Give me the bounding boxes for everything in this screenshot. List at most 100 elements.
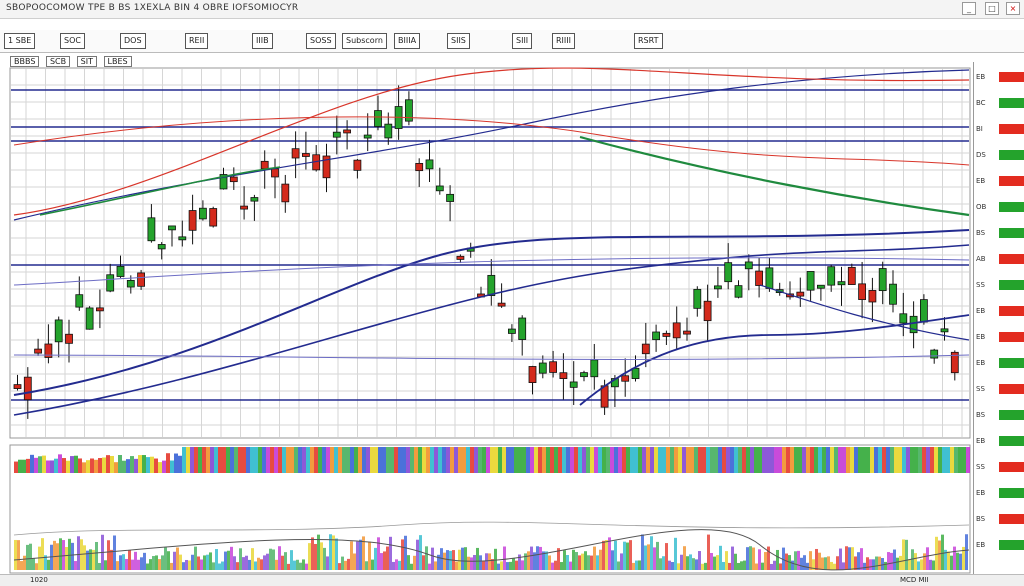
volume-band-bar bbox=[798, 447, 802, 473]
volume-band-bar bbox=[478, 447, 482, 473]
indicator-bar bbox=[287, 563, 290, 570]
watchlist-color-chip bbox=[999, 202, 1024, 212]
indicator-bar bbox=[887, 552, 890, 570]
watchlist-row[interactable]: SS bbox=[974, 462, 1024, 472]
watchlist-row[interactable]: EB bbox=[974, 488, 1024, 498]
volume-band-bar bbox=[722, 447, 726, 473]
volume-band-bar bbox=[150, 456, 154, 473]
indicator-bar bbox=[494, 548, 497, 570]
indicator-bar bbox=[620, 553, 623, 570]
candle-body bbox=[281, 183, 290, 203]
candle-body bbox=[899, 313, 908, 324]
toolbar-button-6[interactable]: BIIIA bbox=[394, 33, 421, 49]
watchlist-row[interactable]: EB bbox=[974, 72, 1024, 82]
watchlist-label: SS bbox=[976, 281, 985, 289]
indicator-bar bbox=[482, 560, 485, 570]
toolbar-button-7[interactable]: SIIS bbox=[447, 33, 470, 49]
indicator-bar bbox=[749, 546, 752, 570]
volume-band-bar bbox=[214, 447, 218, 473]
indicator-bar bbox=[65, 547, 68, 570]
indicator-bar bbox=[440, 548, 443, 570]
indicator-bar bbox=[266, 553, 269, 570]
indicator-bar bbox=[392, 561, 395, 570]
indicator-bar bbox=[578, 555, 581, 570]
indicator-bar bbox=[845, 546, 848, 570]
watchlist-row[interactable]: EB bbox=[974, 540, 1024, 550]
indicator-bar bbox=[431, 547, 434, 570]
candle-body bbox=[250, 197, 259, 202]
volume-band-bar bbox=[770, 447, 774, 473]
watchlist-row[interactable]: BC bbox=[974, 98, 1024, 108]
volume-band-bar bbox=[266, 447, 270, 473]
toolbar-button-5[interactable]: IIIB bbox=[252, 33, 273, 49]
watchlist-row[interactable]: DS bbox=[974, 150, 1024, 160]
indicator-bar bbox=[314, 543, 317, 570]
indicator-bar bbox=[866, 557, 869, 570]
volume-band-bar bbox=[642, 447, 646, 473]
indicator-bar bbox=[224, 551, 227, 570]
minimize-button[interactable]: _ bbox=[962, 2, 976, 15]
volume-band-bar bbox=[26, 458, 30, 473]
toolbar-text-riiii[interactable]: RIIII bbox=[552, 33, 575, 49]
watchlist-row[interactable]: BS bbox=[974, 514, 1024, 524]
watchlist-panel[interactable]: EB BC BI DS EB OB BS AB SS EB EB EB SS BS EB SS EB BS EB bbox=[973, 62, 1024, 577]
maximize-button[interactable]: □ bbox=[985, 2, 999, 15]
volume-band-bar bbox=[522, 447, 526, 473]
candle-body bbox=[528, 366, 537, 384]
watchlist-label: BC bbox=[976, 99, 986, 107]
candle-body bbox=[75, 294, 84, 308]
volume-band-bar bbox=[446, 447, 450, 473]
indicator-bar bbox=[149, 559, 152, 570]
volume-band-bar bbox=[82, 462, 86, 473]
watchlist-label: EB bbox=[976, 437, 986, 445]
volume-band-bar bbox=[338, 447, 342, 473]
volume-band-bar bbox=[678, 447, 682, 473]
toolbar-button-8[interactable]: SIII bbox=[512, 33, 533, 49]
watchlist-row[interactable]: BS bbox=[974, 228, 1024, 238]
candle-body bbox=[332, 131, 341, 138]
watchlist-row[interactable]: EB bbox=[974, 176, 1024, 186]
toolbar-button-2[interactable]: SOC bbox=[60, 33, 85, 49]
indicator-bar bbox=[299, 562, 302, 570]
toolbar-button-3[interactable]: DOS bbox=[120, 33, 146, 49]
toolbar-button-4[interactable]: REII bbox=[185, 33, 209, 49]
watchlist-row[interactable]: EB bbox=[974, 332, 1024, 342]
volume-band-bar bbox=[462, 447, 466, 473]
indicator-bar bbox=[89, 549, 92, 570]
watchlist-row[interactable]: EB bbox=[974, 306, 1024, 316]
volume-band-bar bbox=[466, 447, 470, 473]
indicator-bar bbox=[164, 547, 167, 570]
volume-band-bar bbox=[414, 447, 418, 473]
watchlist-row[interactable]: EB bbox=[974, 436, 1024, 446]
volume-band-bar bbox=[66, 460, 70, 473]
watchlist-row[interactable]: EB bbox=[974, 358, 1024, 368]
indicator-bar bbox=[626, 542, 629, 570]
candle-body bbox=[538, 362, 547, 374]
toolbar-text-soss[interactable]: SOSS bbox=[306, 33, 336, 49]
volume-band-bar bbox=[506, 447, 510, 473]
watchlist-row[interactable]: BS bbox=[974, 410, 1024, 420]
volume-band-bar bbox=[346, 447, 350, 473]
watchlist-row[interactable]: SS bbox=[974, 280, 1024, 290]
indicator-bar bbox=[398, 560, 401, 570]
toolbar-text-subscorn[interactable]: Subscorn bbox=[342, 33, 387, 49]
watchlist-row[interactable]: AB bbox=[974, 254, 1024, 264]
indicator-bar bbox=[671, 562, 674, 570]
watchlist-label: AB bbox=[976, 255, 986, 263]
volume-band-bar bbox=[534, 447, 538, 473]
watchlist-row[interactable]: OB bbox=[974, 202, 1024, 212]
volume-band-bar bbox=[550, 447, 554, 473]
toolbar-button-9[interactable]: RSRT bbox=[634, 33, 663, 49]
volume-band-bar bbox=[502, 447, 506, 473]
watchlist-row[interactable]: SS bbox=[974, 384, 1024, 394]
toolbar-button-1[interactable]: 1 SBE bbox=[4, 33, 36, 49]
indicator-bar bbox=[59, 538, 62, 570]
watchlist-row[interactable]: BI bbox=[974, 124, 1024, 134]
volume-band-bar bbox=[574, 447, 578, 473]
price-chart[interactable] bbox=[0, 55, 973, 575]
watchlist-color-chip bbox=[999, 410, 1024, 420]
close-button[interactable]: × bbox=[1006, 2, 1020, 15]
volume-band-bar bbox=[114, 462, 118, 473]
watchlist-color-chip bbox=[999, 176, 1024, 186]
indicator-bar bbox=[770, 563, 773, 570]
